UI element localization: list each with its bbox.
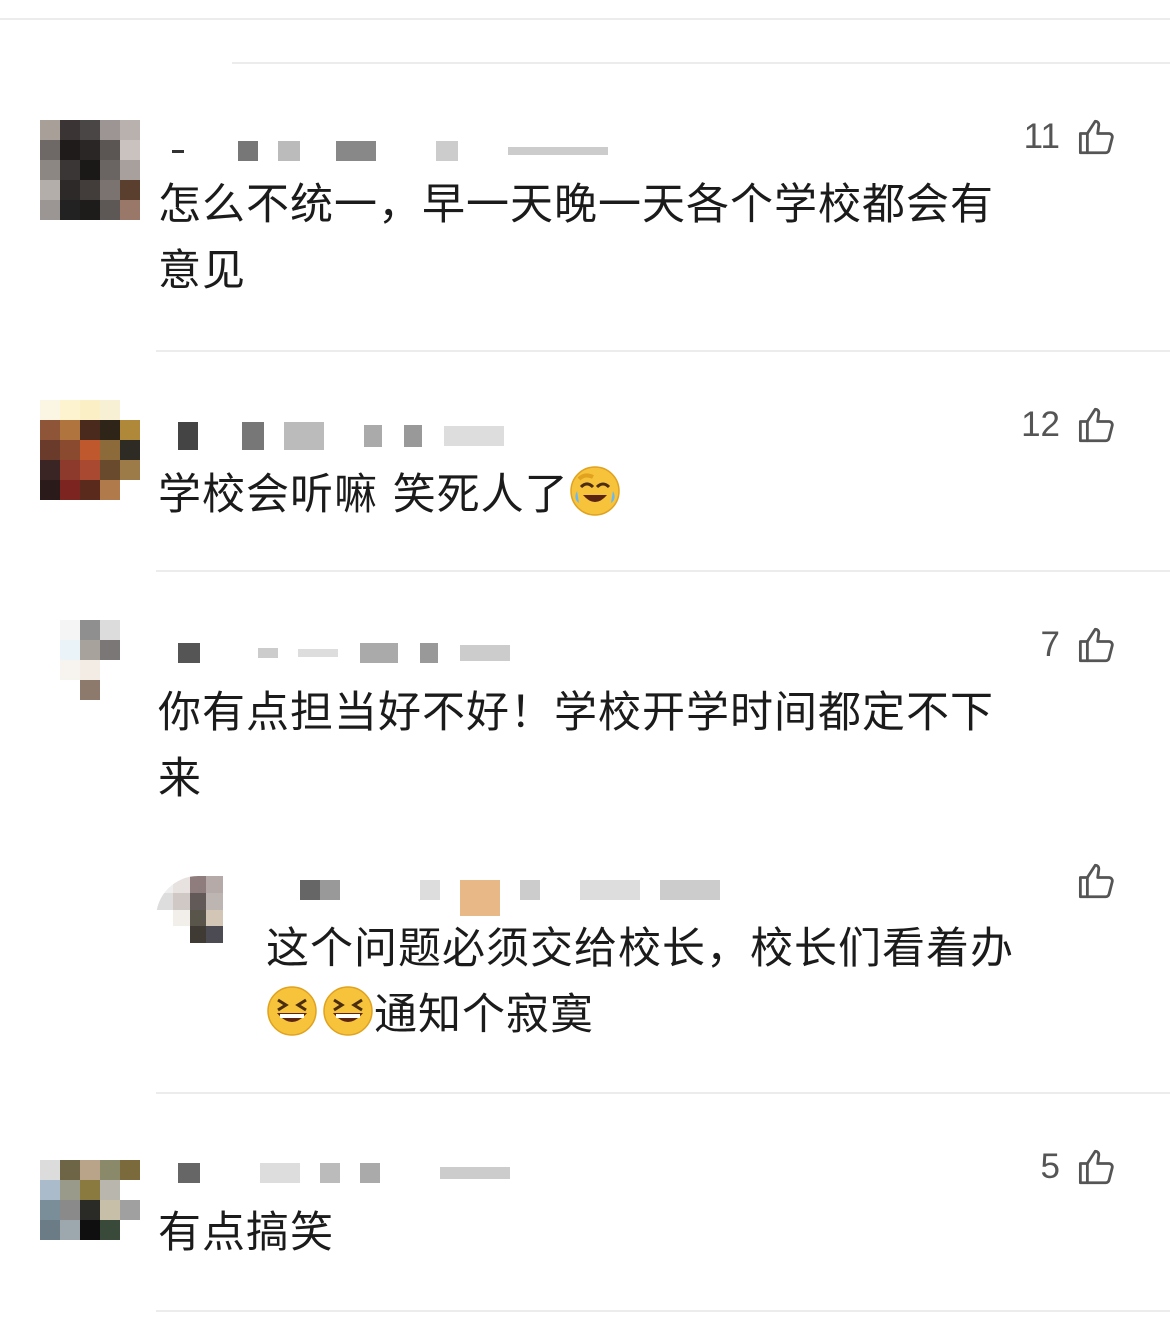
divider <box>156 1310 1170 1312</box>
grinning-squinting-face-icon <box>267 986 317 1036</box>
reply-like-button[interactable] <box>1076 860 1118 902</box>
like-count: 11 <box>1023 117 1060 156</box>
thumbs-up-icon <box>1078 1149 1114 1185</box>
like-button[interactable]: 11 <box>1024 116 1118 158</box>
thumbs-up-icon <box>1078 407 1114 443</box>
like-count: 7 <box>1040 625 1060 664</box>
like-button[interactable]: 12 <box>1021 404 1118 446</box>
username-blurred[interactable] <box>178 642 510 664</box>
comment-text: 有点搞笑 <box>158 1208 334 1258</box>
reply-username-blurred[interactable] <box>300 880 720 916</box>
divider <box>156 350 1170 352</box>
comment-text: 学校会听嘛 笑死人了 <box>158 462 1148 528</box>
like-button[interactable]: 5 <box>1041 1146 1118 1188</box>
reply-text: 这个问题必须交给校长，校长们看着办 通知个寂寞 <box>266 924 1014 1040</box>
avatar[interactable] <box>40 620 140 720</box>
comment-text: 你有点担当好不好！学校开学时间都定不下 来 <box>158 688 994 804</box>
avatar[interactable] <box>40 120 140 220</box>
username-blurred[interactable] <box>178 1162 510 1184</box>
reply-avatar[interactable] <box>156 876 240 960</box>
thumbs-up-icon <box>1078 627 1114 663</box>
thumbs-up-icon <box>1078 119 1114 155</box>
grinning-squinting-face-icon <box>323 986 373 1036</box>
avatar[interactable] <box>40 1140 140 1240</box>
thumbs-up-icon <box>1078 863 1114 899</box>
avatar[interactable] <box>40 400 140 500</box>
face-with-tears-of-joy-icon <box>569 466 620 516</box>
divider <box>156 570 1170 572</box>
like-count: 5 <box>1040 1147 1060 1186</box>
comment-text: 怎么不统一，早一天晚一天各个学校都会有 意见 <box>158 180 994 296</box>
divider <box>156 1092 1170 1094</box>
like-button[interactable]: 7 <box>1041 624 1118 666</box>
divider <box>232 62 1170 64</box>
username-blurred[interactable] <box>178 422 504 450</box>
like-count: 12 <box>1021 405 1060 444</box>
divider <box>0 18 1170 20</box>
username-blurred[interactable] <box>172 140 608 162</box>
